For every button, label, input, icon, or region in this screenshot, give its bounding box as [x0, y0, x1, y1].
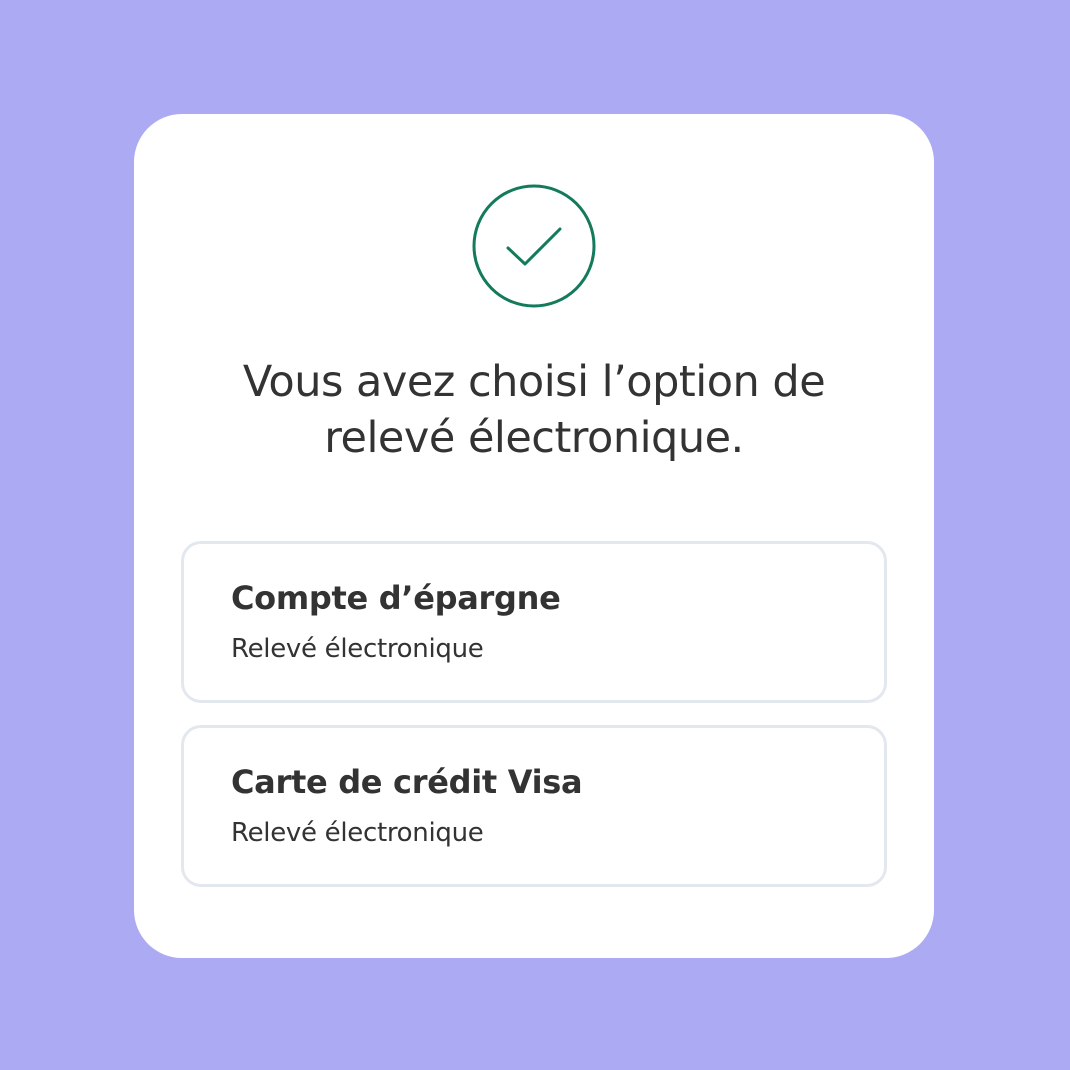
account-name: Carte de crédit Visa: [231, 763, 583, 801]
check-circle-icon: [472, 184, 596, 308]
confirmation-message-line2: relevé électronique.: [324, 413, 744, 463]
account-name: Compte d’épargne: [231, 579, 561, 617]
confirmation-message: Vous avez choisi l’option de relevé élec…: [174, 354, 894, 466]
account-card-visa: Carte de crédit Visa Relevé électronique: [181, 725, 887, 887]
account-statement-type: Relevé électronique: [231, 818, 484, 848]
account-statement-type: Relevé électronique: [231, 634, 484, 664]
confirmation-message-line1: Vous avez choisi l’option de: [242, 357, 826, 407]
confirmation-card: Vous avez choisi l’option de relevé élec…: [134, 114, 934, 958]
account-card-savings: Compte d’épargne Relevé électronique: [181, 541, 887, 703]
